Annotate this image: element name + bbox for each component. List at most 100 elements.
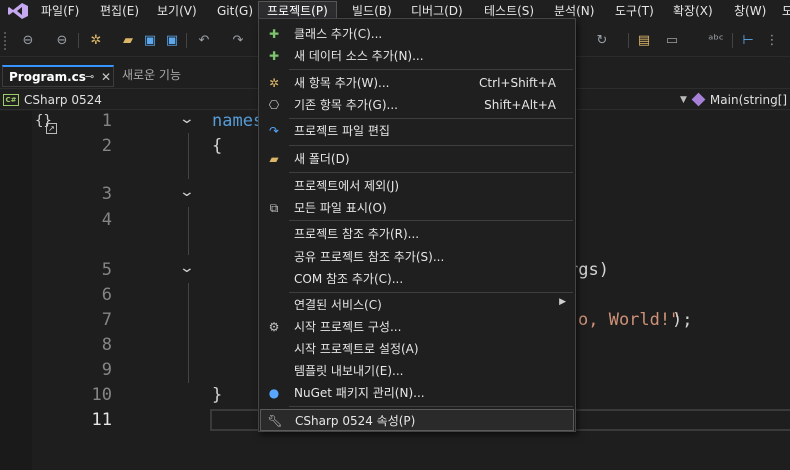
menu-item-export-template[interactable]: 템플릿 내보내기(E)...	[260, 360, 574, 382]
menu-separator	[289, 220, 573, 221]
menu-item-label: 프로젝트 참조 추가(R)...	[294, 227, 420, 241]
tab-program-cs[interactable]: Program.cs ⊸ ✕	[2, 65, 114, 87]
toolbar-grip[interactable]	[4, 32, 8, 50]
menu-git[interactable]: Git(G)	[209, 2, 261, 20]
menu-item-add-class[interactable]: ✚ 클래스 추가(C)...	[260, 23, 574, 45]
menu-item-label: 새 데이터 소스 추가(N)...	[294, 49, 424, 63]
find-in-files-icon[interactable]: ▤	[634, 30, 654, 50]
menu-separator	[289, 292, 573, 293]
menu-item-label: CSharp 0524 속성(P)	[295, 414, 416, 428]
editor-margin	[0, 111, 32, 470]
indent-icon[interactable]: ⊢	[738, 30, 758, 50]
spellcheck-icon[interactable]: ᵃᵇᶜ	[706, 30, 726, 50]
comment-icon[interactable]: ⋮	[762, 30, 782, 50]
member-name: Main(string[] a	[709, 92, 790, 107]
line-number: 4	[101, 210, 112, 230]
line-number: 2	[101, 136, 112, 156]
menu-separator	[289, 406, 573, 407]
forward-icon[interactable]: ⊖	[52, 30, 72, 50]
menu-item-manage-nuget-packages[interactable]: ● NuGet 패키지 관리(N)...	[260, 382, 574, 404]
line-number: 1	[101, 111, 112, 131]
open-file-icon[interactable]: ▰	[118, 30, 138, 50]
code-close-brace: }	[212, 385, 223, 405]
code-statement-end: );	[672, 310, 693, 330]
menu-item-add-data-source[interactable]: ✚ 새 데이터 소스 추가(N)...	[260, 45, 574, 67]
menu-edit[interactable]: 편집(E)	[92, 2, 147, 20]
menu-item-label: 시작 프로젝트 구성...	[294, 320, 402, 334]
menu-item-label: 클래스 추가(C)...	[294, 27, 383, 41]
toolbar-separator	[732, 33, 733, 48]
toolbar-separator	[628, 33, 629, 48]
new-project-icon[interactable]: ✲	[86, 30, 106, 50]
save-icon[interactable]: ▣	[140, 30, 160, 50]
undo-icon[interactable]: ↶	[194, 30, 214, 50]
menu-file[interactable]: 파일(F)	[33, 2, 87, 20]
menu-item-exclude-from-project[interactable]: 프로젝트에서 제외(J)	[260, 175, 574, 197]
menu-item-project-properties[interactable]: 🔧︎ CSharp 0524 속성(P)	[260, 409, 574, 431]
menu-separator	[289, 172, 573, 173]
menu-separator	[289, 69, 573, 70]
menu-item-new-folder[interactable]: ▰ 새 폴더(D)	[260, 148, 574, 170]
menu-item-label: 프로젝트 파일 편집	[294, 124, 390, 138]
fold-guide	[188, 207, 189, 255]
menu-item-label: NuGet 패키지 관리(N)...	[294, 386, 425, 400]
menu-item-connected-services[interactable]: 연결된 서비스(C) ▶	[260, 294, 574, 316]
menu-view[interactable]: 보기(V)	[149, 2, 205, 20]
method-icon	[691, 92, 706, 107]
member-selector[interactable]: ▼ Main(string[] a	[680, 90, 790, 109]
show-all-files-icon: ⧉	[269, 200, 279, 215]
menu-item-shortcut: Shift+Alt+A	[484, 98, 556, 112]
code-namespace-keyword: names	[212, 111, 264, 131]
menu-item-shortcut: Ctrl+Shift+A	[479, 76, 556, 90]
save-all-icon[interactable]: ▣	[162, 30, 182, 50]
edit-project-icon: ↷	[268, 124, 280, 138]
menu-window[interactable]: 창(W)	[726, 2, 774, 20]
menu-separator	[289, 145, 573, 146]
tab-whats-new[interactable]: 새로운 기능	[116, 65, 187, 87]
menu-item-configure-startup-projects[interactable]: ⚙ 시작 프로젝트 구성...	[260, 316, 574, 338]
menu-extensions[interactable]: 확장(X)	[665, 2, 721, 20]
fold-guide	[188, 133, 189, 179]
menu-item-add-shared-project-reference[interactable]: 공유 프로젝트 참조 추가(S)...	[260, 246, 574, 268]
refresh-icon[interactable]: ↻	[592, 30, 612, 50]
wrench-icon: 🔧︎	[267, 414, 283, 428]
collapse-icon[interactable]: ⌄	[179, 184, 195, 200]
menu-item-label: 템플릿 내보내기(E)...	[294, 364, 404, 378]
menu-item-add-existing-item[interactable]: ⎔ 기존 항목 추가(G)... Shift+Alt+A	[260, 94, 574, 116]
line-number: 5	[101, 260, 112, 280]
menu-item-label: 공유 프로젝트 참조 추가(S)...	[294, 250, 445, 264]
menu-item-label: 프로젝트에서 제외(J)	[294, 179, 400, 193]
menu-item-show-all-files[interactable]: ⧉ 모든 파일 표시(O)	[260, 197, 574, 219]
pin-icon[interactable]: ⊸	[85, 67, 94, 87]
tab-label: Program.cs	[9, 70, 86, 84]
menu-item-add-com-reference[interactable]: COM 참조 추가(C)...	[260, 268, 574, 290]
visual-studio-logo-icon[interactable]	[7, 2, 29, 20]
new-folder-icon: ▰	[269, 152, 279, 166]
chevron-down-icon: ▼	[680, 94, 687, 105]
back-icon[interactable]: ⊖	[18, 30, 38, 50]
close-icon[interactable]: ✕	[101, 67, 111, 87]
line-number: 3	[101, 184, 112, 204]
menu-item-label: COM 참조 추가(C)...	[294, 272, 404, 286]
menu-item-label: 새 항목 추가(W)...	[294, 76, 390, 90]
line-number: 7	[101, 310, 112, 330]
collapse-icon[interactable]: ⌄	[179, 111, 195, 127]
line-number: 6	[101, 285, 112, 305]
menu-tools[interactable]: 도구(T)	[607, 2, 662, 20]
quick-action-icon[interactable]: ↗	[46, 123, 57, 134]
collapse-icon[interactable]: ⌄	[179, 260, 195, 276]
menu-item-label: 새 폴더(D)	[294, 152, 350, 166]
menu-item-add-new-item[interactable]: ✲ 새 항목 추가(W)... Ctrl+Shift+A	[260, 72, 574, 94]
line-number: 10	[91, 385, 112, 405]
menu-item-add-project-reference[interactable]: 프로젝트 참조 추가(R)...	[260, 223, 574, 245]
add-class-icon: ✚	[268, 27, 280, 41]
new-item-icon: ✲	[268, 76, 280, 90]
menu-item-set-as-startup-project[interactable]: 시작 프로젝트로 설정(A)	[260, 338, 574, 360]
menu-item-edit-project-file[interactable]: ↷ 프로젝트 파일 편집	[260, 120, 574, 142]
layout-icon[interactable]: ▭	[662, 30, 682, 50]
line-number: 8	[101, 335, 112, 355]
redo-icon[interactable]: ↷	[228, 30, 248, 50]
add-datasource-icon: ✚	[268, 49, 280, 63]
project-selector[interactable]: C# CSharp 0524	[3, 90, 102, 109]
menu-help[interactable]: 도	[774, 2, 790, 20]
